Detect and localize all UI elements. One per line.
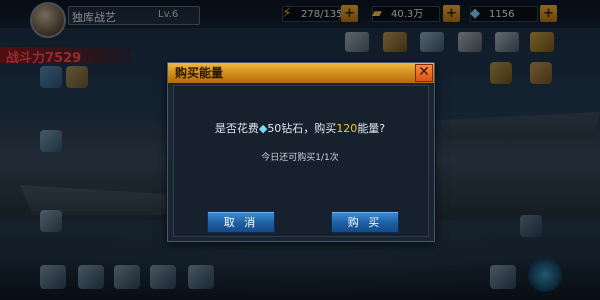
purchase-limit-text: 今日还可购买1/1次 xyxy=(261,153,339,163)
message-mid: ，购买 xyxy=(303,122,337,135)
close-icon: ✕ xyxy=(418,64,430,80)
dialog-message: 是否花费◆50钻石，购买120能量? xyxy=(0,120,600,136)
cancel-button[interactable]: 取 消 xyxy=(207,211,275,233)
energy-amount: 120 xyxy=(336,122,358,135)
dialog-title: 购买能量 xyxy=(175,66,224,80)
message-prefix: 是否花费 xyxy=(214,122,259,135)
dialog-header: 购买能量 ✕ xyxy=(168,63,434,83)
diamond-amount: 50钻石 xyxy=(267,122,304,135)
buy-button[interactable]: 购 买 xyxy=(331,211,399,233)
close-button[interactable]: ✕ xyxy=(415,64,433,82)
message-suffix: 能量? xyxy=(357,122,386,135)
